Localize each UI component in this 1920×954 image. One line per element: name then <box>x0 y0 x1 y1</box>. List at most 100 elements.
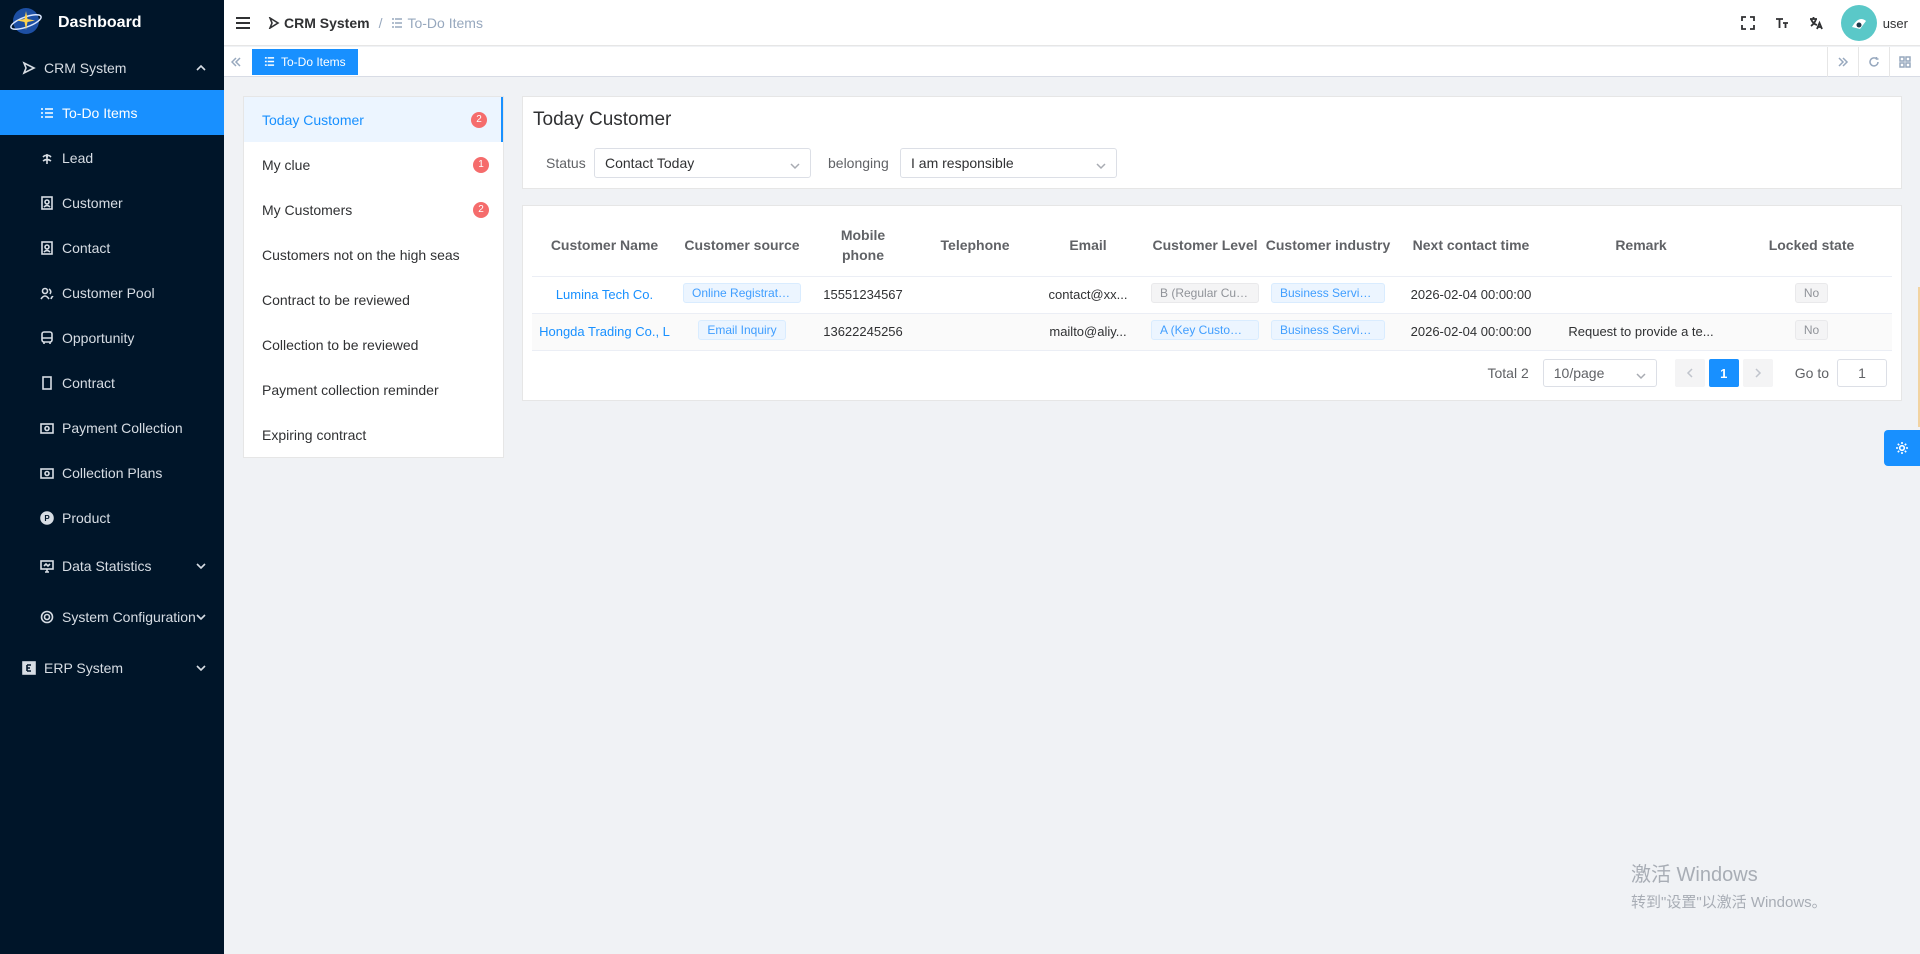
fullscreen-icon[interactable] <box>1731 6 1765 40</box>
status-select[interactable]: Contact Today <box>594 148 811 178</box>
sidebar-item-customer-pool[interactable]: Customer Pool <box>0 270 224 315</box>
todo-item-not-high-seas[interactable]: Customers not on the high seas <box>244 232 503 277</box>
sidebar-item-contract[interactable]: Contract <box>0 360 224 405</box>
todo-item-payment-reminder[interactable]: Payment collection reminder <box>244 367 503 412</box>
todo-item-my-clue[interactable]: My clue 1 <box>244 142 503 187</box>
tab-todo-items[interactable]: To-Do Items <box>252 48 358 75</box>
product-icon: P <box>40 510 54 525</box>
telephone-cell <box>919 276 1031 314</box>
column-header[interactable]: Customer source <box>677 214 807 277</box>
customer-table-card: Customer Name Customer source Mobile pho… <box>522 205 1902 401</box>
todo-item-contract-review[interactable]: Contract to be reviewed <box>244 277 503 322</box>
prev-page-button[interactable] <box>1674 359 1705 387</box>
sidebar-item-label: Opportunity <box>62 329 135 346</box>
sidebar-item-contact[interactable]: Contact <box>0 225 224 270</box>
page-number-button[interactable]: 1 <box>1708 359 1739 387</box>
todo-label: Today Customer <box>262 111 364 128</box>
column-header[interactable]: Mobile phone <box>807 214 919 277</box>
erp-icon <box>22 660 36 675</box>
sidebar-item-payment-collection[interactable]: Payment Collection <box>0 405 224 450</box>
windows-watermark: 激活 Windows 转到"设置"以激活 Windows。 <box>1631 858 1827 912</box>
todo-item-collection-review[interactable]: Collection to be reviewed <box>244 322 503 367</box>
telephone-cell <box>919 313 1031 351</box>
sidebar-item-collection-plans[interactable]: Collection Plans <box>0 450 224 495</box>
chevron-down-icon <box>196 660 206 676</box>
sidebar-item-customer[interactable]: Customer <box>0 180 224 225</box>
logo-icon <box>8 5 44 41</box>
sidebar-item-label: Payment Collection <box>62 419 183 436</box>
hamburger-icon[interactable] <box>236 16 250 29</box>
sidebar: Dashboard CRM System To-Do Items Lead Cu… <box>0 0 224 954</box>
todo-item-my-customers[interactable]: My Customers 2 <box>244 187 503 232</box>
todo-item-expiring-contract[interactable]: Expiring contract <box>244 412 503 457</box>
column-header[interactable]: Locked state <box>1731 214 1892 277</box>
bus-icon <box>40 330 54 345</box>
column-header[interactable]: Telephone <box>919 214 1031 277</box>
count-badge: 1 <box>473 156 489 173</box>
avatar[interactable] <box>1840 5 1877 41</box>
chevron-down-icon <box>1096 158 1106 174</box>
sidebar-item-system-configuration[interactable]: System Configuration <box>0 591 224 642</box>
customer-table: Customer Name Customer source Mobile pho… <box>532 214 1892 351</box>
scroll-right-icon[interactable] <box>1827 47 1858 77</box>
svg-text:P: P <box>44 514 50 523</box>
column-header[interactable]: Customer industry <box>1265 214 1391 277</box>
next-contact-cell: 2026-02-04 00:00:00 <box>1391 313 1551 351</box>
column-header[interactable]: Customer Name <box>532 214 677 277</box>
table-row[interactable]: Hongda Trading Co., L Email Inquiry 1362… <box>532 313 1892 351</box>
translate-icon[interactable] <box>1799 6 1833 40</box>
font-size-icon[interactable] <box>1765 6 1799 40</box>
money-icon <box>40 421 54 435</box>
contact-icon <box>40 240 54 255</box>
breadcrumb-item-crm[interactable]: CRM System <box>268 15 370 31</box>
next-page-button[interactable] <box>1742 359 1773 387</box>
wallet-icon <box>40 466 54 480</box>
count-badge: 2 <box>471 111 487 128</box>
user-name[interactable]: user <box>1883 16 1908 31</box>
sidebar-item-lead[interactable]: Lead <box>0 135 224 180</box>
column-header[interactable]: Customer Level <box>1145 214 1265 277</box>
send-icon <box>268 16 280 29</box>
chevron-down-icon <box>790 158 800 174</box>
column-header[interactable]: Remark <box>1551 214 1731 277</box>
sidebar-item-product[interactable]: P Product <box>0 495 224 540</box>
sidebar-item-data-statistics[interactable]: Data Statistics <box>0 540 224 591</box>
todo-label: Payment collection reminder <box>262 381 439 398</box>
sidebar-item-todo[interactable]: To-Do Items <box>0 90 224 135</box>
goto-page-input[interactable]: 1 <box>1837 359 1887 387</box>
todo-label: Contract to be reviewed <box>262 291 410 308</box>
locked-tag: No <box>1794 320 1829 340</box>
status-label: Status <box>546 155 586 171</box>
sidebar-item-opportunity[interactable]: Opportunity <box>0 315 224 360</box>
todo-item-today-customer[interactable]: Today Customer 2 <box>244 97 503 142</box>
send-icon <box>22 60 36 75</box>
scroll-left-icon[interactable] <box>224 47 248 77</box>
customer-name-link[interactable]: Hongda Trading Co., L <box>539 324 670 339</box>
breadcrumb-label: To-Do Items <box>407 14 483 31</box>
chevron-down-icon <box>1636 368 1646 384</box>
sidebar-item-label: CRM System <box>44 59 127 76</box>
tags-tools <box>1827 47 1920 77</box>
belonging-select[interactable]: I am responsible <box>900 148 1117 178</box>
column-header[interactable]: Email <box>1031 214 1145 277</box>
page-title: Today Customer <box>533 109 672 130</box>
source-tag: Online Registration <box>683 283 801 303</box>
refresh-icon[interactable] <box>1858 47 1889 77</box>
customer-name-link[interactable]: Lumina Tech Co. <box>556 287 653 302</box>
page-size-select[interactable]: 10/page <box>1542 359 1657 387</box>
leaf-icon <box>40 151 54 165</box>
sidebar-item-erp-system[interactable]: ERP System <box>0 642 224 693</box>
filter-card: Today Customer Status Contact Today belo… <box>522 96 1902 189</box>
brand[interactable]: Dashboard <box>0 0 224 45</box>
settings-float-button[interactable] <box>1884 430 1920 466</box>
column-header[interactable]: Next contact time <box>1391 214 1551 277</box>
tab-label: To-Do Items <box>281 54 346 69</box>
app-title: Dashboard <box>58 13 142 31</box>
todo-label: My Customers <box>262 201 353 218</box>
level-tag: A (Key Customer) <box>1151 320 1259 340</box>
table-row[interactable]: Lumina Tech Co. Online Registration 1555… <box>532 276 1892 314</box>
next-contact-cell: 2026-02-04 00:00:00 <box>1391 276 1551 314</box>
sidebar-item-crm-system[interactable]: CRM System <box>0 45 224 90</box>
breadcrumb: CRM System / To-Do Items <box>268 15 483 31</box>
grid-icon[interactable] <box>1889 47 1920 77</box>
